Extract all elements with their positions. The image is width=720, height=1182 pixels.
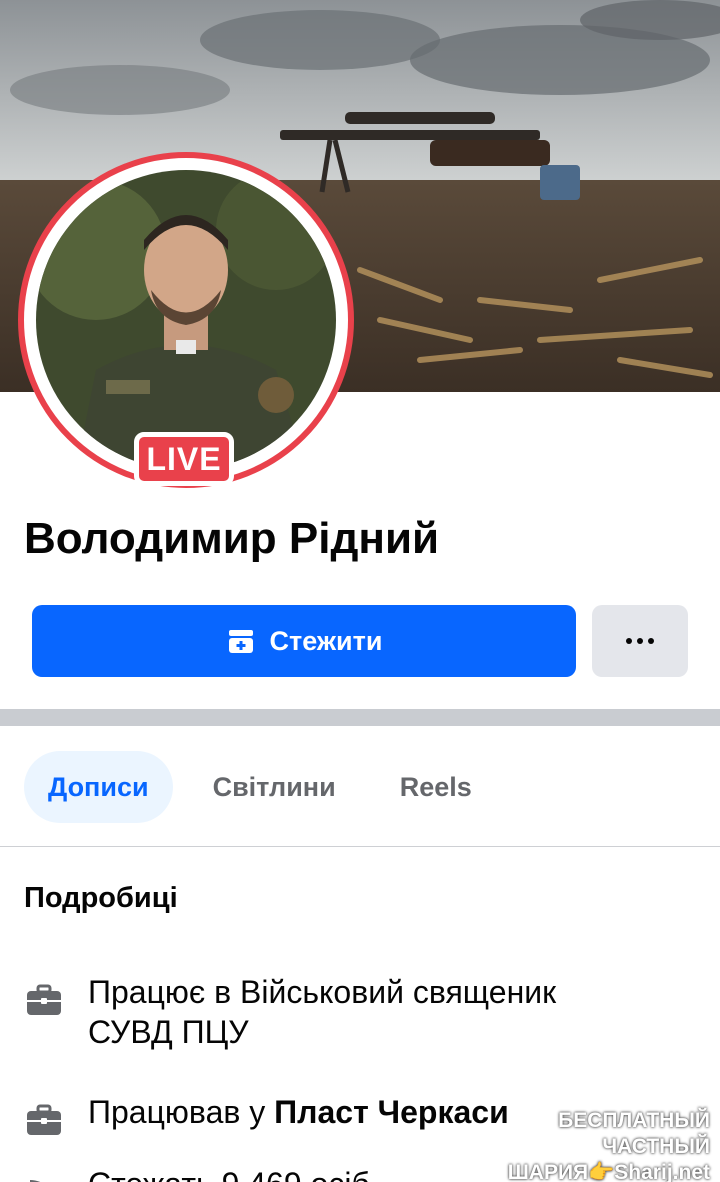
briefcase-icon bbox=[24, 980, 64, 1020]
follow-label: Стежити bbox=[269, 625, 383, 656]
detail-prefix: Працював у bbox=[88, 1094, 275, 1130]
detail-work-current: Працює в Військовий священик СУВД ПЦУ bbox=[24, 972, 648, 1052]
avatar[interactable] bbox=[36, 170, 336, 470]
more-options-button[interactable] bbox=[592, 605, 688, 677]
watermark-line2: ШАРИЯ👉Sharij.net bbox=[507, 1161, 710, 1182]
tab-photos[interactable]: Світлини bbox=[189, 751, 360, 823]
profile-name: Володимир Рідний bbox=[24, 514, 440, 563]
section-divider bbox=[0, 709, 720, 726]
follow-icon bbox=[226, 626, 256, 656]
tab-posts[interactable]: Дописи bbox=[24, 751, 173, 823]
detail-text: Працює в Військовий священик СУВД ПЦУ bbox=[88, 974, 557, 1050]
profile-tabs: Дописи Світлини Reels bbox=[24, 750, 512, 824]
watermark-line1: БЕСПЛАТНЫЙ ЧАСТНЫЙ bbox=[558, 1109, 710, 1158]
follow-button[interactable]: Стежити bbox=[32, 605, 576, 677]
details-title: Подробиці bbox=[24, 882, 178, 914]
watermark: БЕСПЛАТНЫЙ ЧАСТНЫЙ ШАРИЯ👉Sharij.net bbox=[462, 1108, 710, 1182]
avatar-image bbox=[36, 170, 336, 470]
tabs-divider bbox=[0, 846, 720, 847]
more-dots-icon bbox=[625, 632, 655, 650]
rss-icon bbox=[24, 1172, 64, 1182]
briefcase-icon bbox=[24, 1100, 64, 1140]
live-badge[interactable]: LIVE bbox=[134, 432, 234, 486]
tab-reels[interactable]: Reels bbox=[376, 751, 496, 823]
